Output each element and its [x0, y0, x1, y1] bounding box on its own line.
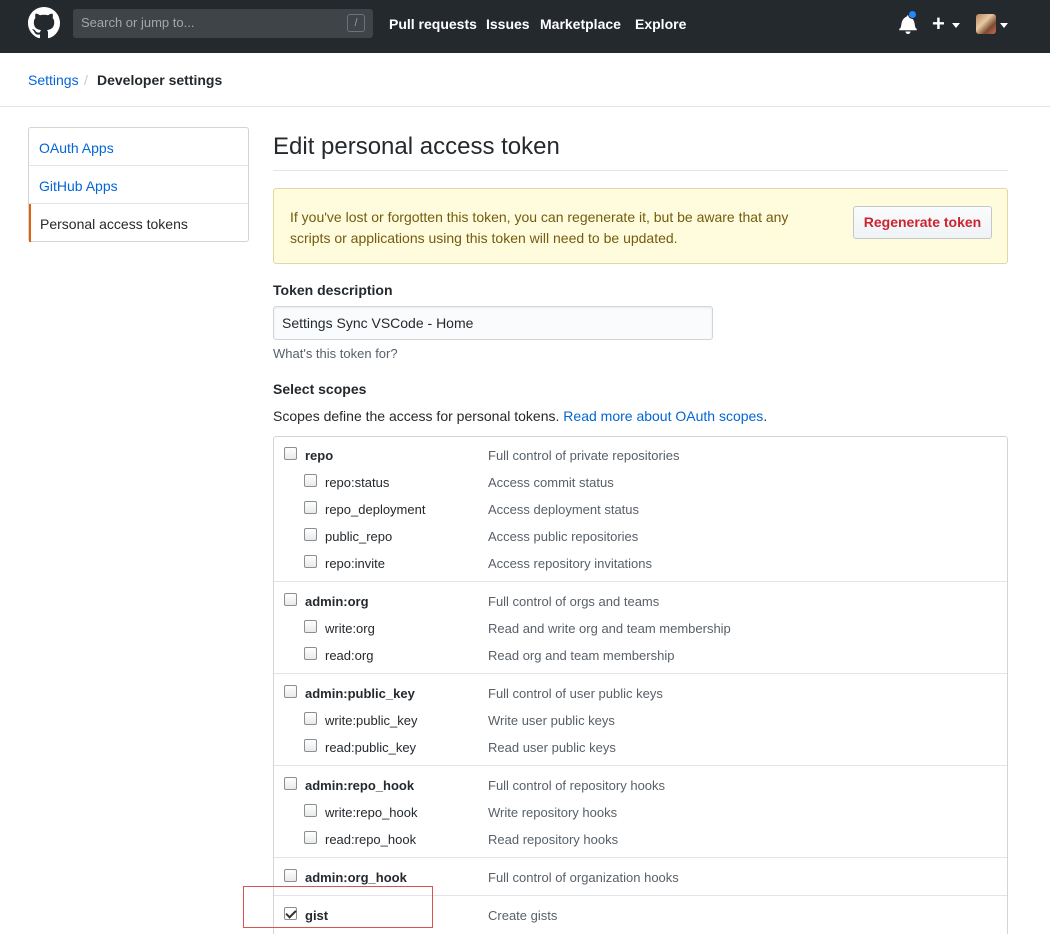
scope-name-admin-org-hook: admin:org_hook — [305, 870, 407, 885]
scope-desc-repo-deployment: Access deployment status — [488, 502, 640, 517]
scope-name-write-public-key: write:public_key — [325, 713, 418, 728]
nav-pull-requests[interactable]: Pull requests — [389, 16, 477, 32]
create-new-plus-icon[interactable]: + — [932, 11, 945, 37]
breadcrumb-separator: / — [84, 72, 88, 88]
scope-desc-write-repo-hook: Write repository hooks — [488, 805, 618, 820]
scope-desc-public-repo: Access public repositories — [488, 529, 639, 544]
sidebar-item-github-apps[interactable]: GitHub Apps — [29, 166, 248, 204]
scope-desc-admin-repo-hook: Full control of repository hooks — [488, 778, 666, 793]
scope-desc-write-public-key: Write user public keys — [488, 713, 615, 728]
scope-checkbox-read-repo-hook[interactable] — [304, 831, 317, 844]
profile-caret-icon — [1000, 23, 1008, 28]
scope-group-divider — [274, 857, 1007, 858]
scope-name-public-repo: public_repo — [325, 529, 393, 544]
scope-group-divider — [274, 765, 1007, 766]
scope-desc-repo-invite: Access repository invitations — [488, 556, 653, 571]
scope-desc-admin-public-key: Full control of user public keys — [488, 686, 663, 701]
search-input[interactable]: Search or jump to... / — [73, 9, 373, 38]
scope-checkbox-read-public-key[interactable] — [304, 739, 317, 752]
search-placeholder: Search or jump to... — [81, 15, 195, 30]
scopes-description-suffix: . — [763, 408, 768, 424]
scope-name-write-org: write:org — [325, 621, 375, 636]
scope-checkbox-admin-org[interactable] — [284, 593, 297, 606]
token-description-input[interactable]: Settings Sync VSCode - Home — [273, 306, 713, 340]
developer-settings-menu: OAuth Apps GitHub Apps Personal access t… — [28, 127, 249, 242]
regenerate-warning-flash: If you've lost or forgotten this token, … — [273, 188, 1008, 264]
nav-issues[interactable]: Issues — [486, 16, 530, 32]
scope-checkbox-read-org[interactable] — [304, 647, 317, 660]
select-scopes-label: Select scopes — [273, 381, 367, 397]
sidebar-item-label: Personal access tokens — [40, 216, 188, 232]
create-new-caret-icon — [952, 23, 960, 28]
scope-checkbox-admin-public-key[interactable] — [284, 685, 297, 698]
sidebar-item-personal-access-tokens[interactable]: Personal access tokens — [29, 204, 248, 242]
scope-desc-admin-org-hook: Full control of organization hooks — [488, 870, 679, 885]
scope-checkbox-admin-repo-hook[interactable] — [284, 777, 297, 790]
scope-checkbox-repo-deployment[interactable] — [304, 501, 317, 514]
avatar[interactable] — [976, 14, 996, 34]
scope-desc-admin-org: Full control of orgs and teams — [488, 594, 660, 609]
page-title: Edit personal access token — [273, 133, 560, 160]
nav-explore[interactable]: Explore — [635, 16, 686, 32]
regenerate-token-button[interactable]: Regenerate token — [853, 206, 992, 239]
scope-name-repo-status: repo:status — [325, 475, 390, 490]
title-divider — [273, 170, 1008, 171]
scope-desc-read-org: Read org and team membership — [488, 648, 675, 663]
scope-name-repo-deployment: repo_deployment — [325, 502, 426, 517]
scope-name-read-org: read:org — [325, 648, 374, 663]
scope-group-divider — [274, 581, 1007, 582]
scope-name-admin-public-key: admin:public_key — [305, 686, 415, 701]
scope-name-repo-invite: repo:invite — [325, 556, 385, 571]
scope-name-admin-repo-hook: admin:repo_hook — [305, 778, 415, 793]
token-description-value: Settings Sync VSCode - Home — [282, 315, 474, 331]
breadcrumb: Settings / Developer settings — [0, 53, 1050, 107]
scope-name-read-repo-hook: read:repo_hook — [325, 832, 417, 847]
scopes-description: Scopes define the access for personal to… — [273, 408, 767, 424]
scope-checkbox-write-public-key[interactable] — [304, 712, 317, 725]
sidebar-item-oauth-apps[interactable]: OAuth Apps — [29, 128, 248, 166]
scope-name-read-public-key: read:public_key — [325, 740, 417, 755]
scope-name-write-repo-hook: write:repo_hook — [325, 805, 418, 820]
scope-checkbox-repo-invite[interactable] — [304, 555, 317, 568]
scope-desc-write-org: Read and write org and team membership — [488, 621, 731, 636]
sidebar-item-label: OAuth Apps — [39, 140, 114, 156]
token-description-label: Token description — [273, 282, 393, 298]
top-header: Search or jump to... / Pull requests Iss… — [0, 0, 1050, 53]
scope-checkbox-repo-status[interactable] — [304, 474, 317, 487]
unread-indicator-dot — [908, 10, 917, 19]
github-logo-icon[interactable] — [28, 7, 60, 39]
annotation-highlight-box — [243, 886, 433, 928]
breadcrumb-settings-link[interactable]: Settings — [28, 72, 79, 88]
scope-checkbox-write-org[interactable] — [304, 620, 317, 633]
scopes-description-text: Scopes define the access for personal to… — [273, 408, 560, 424]
nav-marketplace[interactable]: Marketplace — [540, 16, 621, 32]
scope-checkbox-public-repo[interactable] — [304, 528, 317, 541]
scope-checkbox-repo[interactable] — [284, 447, 297, 460]
scope-desc-gist: Create gists — [488, 908, 558, 923]
sidebar-item-label: GitHub Apps — [39, 178, 118, 194]
flash-message: If you've lost or forgotten this token, … — [290, 209, 789, 246]
breadcrumb-current: Developer settings — [97, 72, 223, 88]
oauth-scopes-link[interactable]: Read more about OAuth scopes — [563, 408, 763, 424]
search-shortcut-key: / — [347, 14, 365, 32]
scope-checkbox-admin-org-hook[interactable] — [284, 869, 297, 882]
scope-checkbox-write-repo-hook[interactable] — [304, 804, 317, 817]
scope-name-admin-org: admin:org — [305, 594, 369, 609]
scope-desc-repo-status: Access commit status — [488, 475, 614, 490]
token-description-note: What's this token for? — [273, 346, 398, 361]
scope-group-divider — [274, 673, 1007, 674]
scope-desc-read-repo-hook: Read repository hooks — [488, 832, 619, 847]
scope-desc-read-public-key: Read user public keys — [488, 740, 616, 755]
scope-desc-repo: Full control of private repositories — [488, 448, 680, 463]
scope-name-repo: repo — [305, 448, 334, 463]
